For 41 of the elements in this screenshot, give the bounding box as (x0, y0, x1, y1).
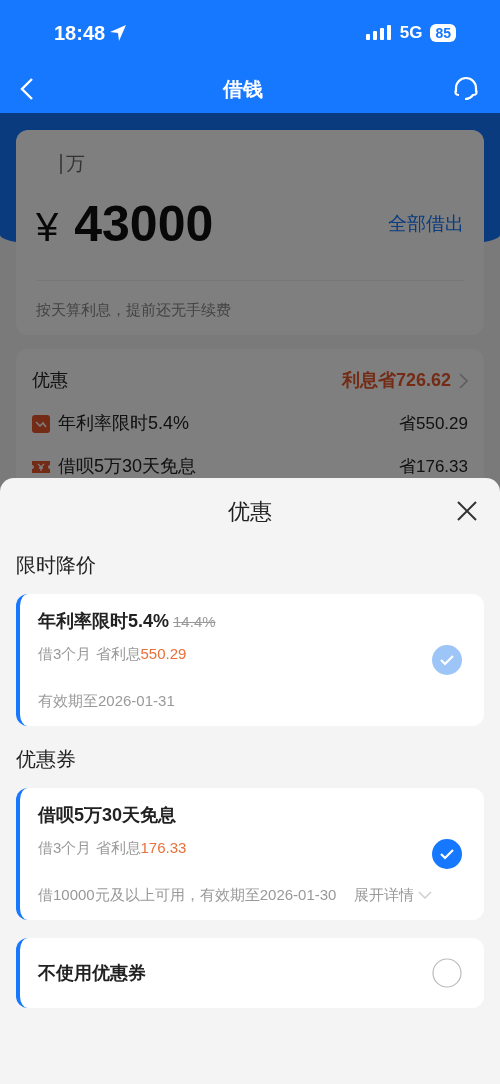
offer-title: 借呗5万30天免息 (38, 804, 177, 827)
validity-text: 借10000元及以上可用，有效期至2026-01-30 (38, 884, 337, 905)
saving-text: 借3个月 省利息550.29 (38, 644, 188, 664)
discount-label: 借呗5万30天免息 (58, 455, 197, 478)
section-heading: 优惠券 (16, 747, 77, 772)
currency-symbol: ¥ (36, 203, 59, 251)
support-button[interactable] (452, 76, 480, 102)
saving-amount: 省550.29 (399, 412, 468, 435)
offer-card[interactable]: 借呗5万30天免息 借3个月 省利息176.33 借10000元及以上可用，有效期至2026-01-30 展开详情 (16, 788, 484, 920)
amount-value: 43000 (74, 194, 214, 254)
chevron-right-icon (459, 372, 468, 389)
battery-indicator: 85 (430, 23, 456, 42)
page-title: 借钱 (223, 77, 263, 102)
network-label: 5G (399, 21, 423, 44)
location-arrow-icon (109, 23, 128, 42)
status-time: 18:48 (54, 20, 106, 46)
offer-card[interactable]: 不使用优惠券 (16, 938, 484, 1008)
discount-rate-icon (32, 414, 50, 433)
section-heading: 限时降价 (16, 553, 97, 578)
fee-note: 按天算利息，提前还无手续费 (36, 279, 464, 321)
back-button[interactable] (20, 77, 34, 101)
saving-amount: 省176.33 (399, 455, 468, 478)
offer-title: 年利率限时5.4% (38, 610, 170, 633)
total-saving: 利息省726.62 (341, 369, 451, 392)
unit-hint: 万 (66, 152, 85, 176)
validity-text: 有效期至2026-01-31 (38, 690, 175, 711)
radio-icon[interactable] (432, 958, 462, 988)
discount-title: 优惠 (32, 369, 68, 392)
offer-title: 不使用优惠券 (38, 961, 146, 985)
signal-icon (365, 24, 392, 41)
sheet-title: 优惠 (228, 497, 272, 526)
close-icon (456, 500, 478, 522)
headset-icon (452, 76, 480, 102)
text-cursor (60, 154, 62, 175)
discount-label: 年利率限时5.4% (58, 412, 190, 435)
close-button[interactable] (456, 500, 478, 522)
chevron-down-icon (418, 890, 432, 899)
check-icon[interactable] (432, 839, 462, 869)
saving-text: 借3个月 省利息176.33 (38, 838, 188, 858)
back-icon (20, 77, 34, 101)
original-rate: 14.4% (173, 612, 216, 632)
